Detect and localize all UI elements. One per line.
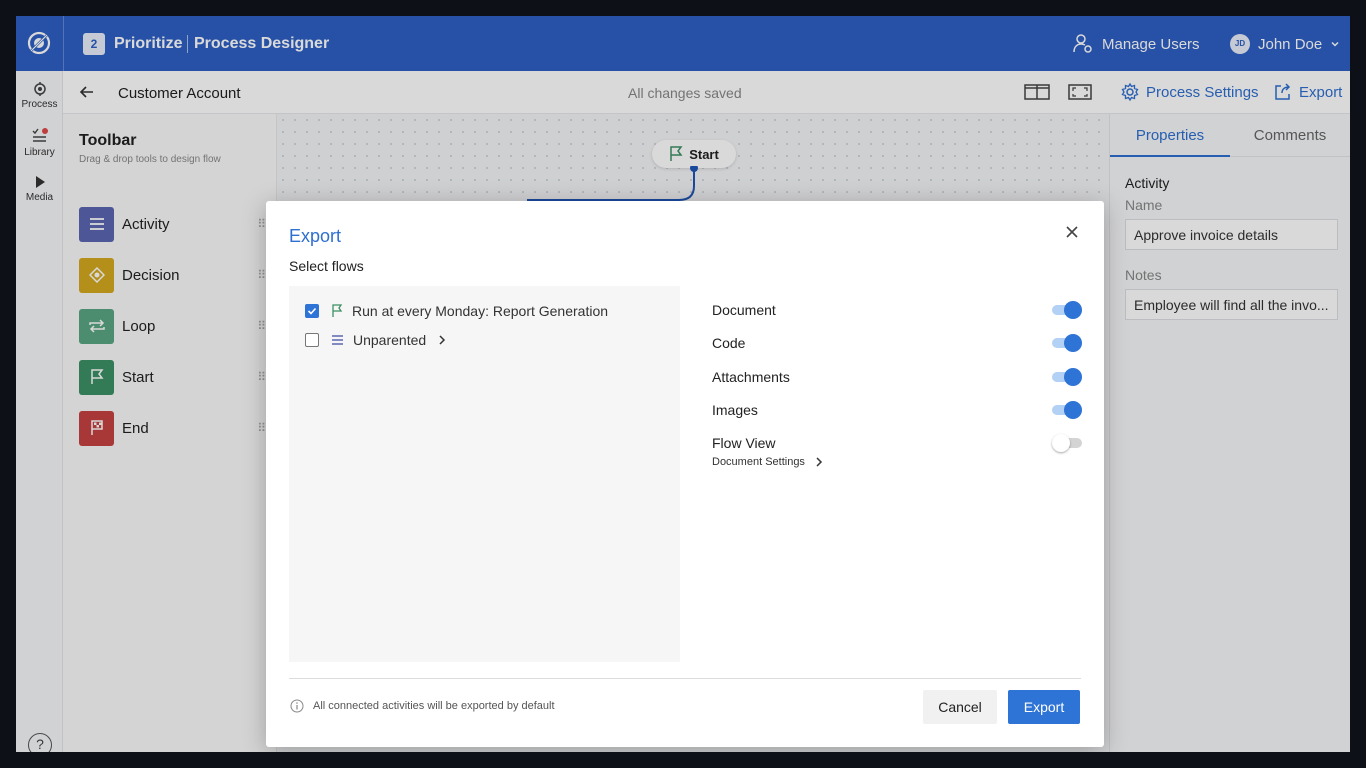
- option-label: Attachments: [712, 369, 790, 385]
- option-document: Document: [712, 300, 1082, 320]
- checkbox-unchecked[interactable]: [305, 333, 319, 347]
- cancel-button[interactable]: Cancel: [923, 690, 997, 724]
- option-attachments: Attachments: [712, 367, 1082, 387]
- select-flows-label: Select flows: [289, 258, 364, 274]
- info-note: All connected activities will be exporte…: [290, 699, 555, 713]
- app-window: 2 Prioritize Process Designer Manage Use…: [16, 16, 1350, 752]
- export-dialog: Export Select flows Run at every Monday:…: [266, 201, 1104, 747]
- option-label: Document: [712, 302, 776, 318]
- document-toggle[interactable]: [1052, 300, 1082, 320]
- list-icon: [331, 334, 344, 346]
- option-images: Images: [712, 400, 1082, 420]
- flow-label: Run at every Monday: Report Generation: [352, 303, 609, 319]
- code-toggle[interactable]: [1052, 333, 1082, 353]
- option-code: Code: [712, 333, 1082, 353]
- checkbox-checked[interactable]: [305, 304, 319, 318]
- flow-item[interactable]: Unparented: [305, 331, 446, 349]
- attachments-toggle[interactable]: [1052, 367, 1082, 387]
- images-toggle[interactable]: [1052, 400, 1082, 420]
- chevron-right-icon[interactable]: [438, 334, 446, 346]
- dialog-title: Export: [289, 226, 342, 246]
- flag-icon: [331, 304, 343, 318]
- flow-label: Unparented: [353, 332, 427, 348]
- flow-view-toggle[interactable]: [1052, 433, 1082, 453]
- info-text: All connected activities will be exporte…: [313, 700, 555, 712]
- option-flow-view: Flow View: [712, 433, 1082, 453]
- flow-item[interactable]: Run at every Monday: Report Generation: [305, 302, 608, 320]
- option-label: Flow View: [712, 435, 776, 451]
- option-label: Images: [712, 402, 758, 418]
- close-icon[interactable]: [1064, 224, 1080, 240]
- dialog-divider: [289, 678, 1081, 679]
- export-button[interactable]: Export: [1008, 690, 1080, 724]
- document-settings-label: Document Settings: [712, 456, 805, 468]
- flow-list: Run at every Monday: Report Generation U…: [289, 286, 680, 662]
- option-label: Code: [712, 335, 746, 351]
- document-settings-link[interactable]: Document Settings: [712, 456, 823, 468]
- info-icon: [290, 699, 304, 713]
- chevron-right-icon: [816, 457, 822, 467]
